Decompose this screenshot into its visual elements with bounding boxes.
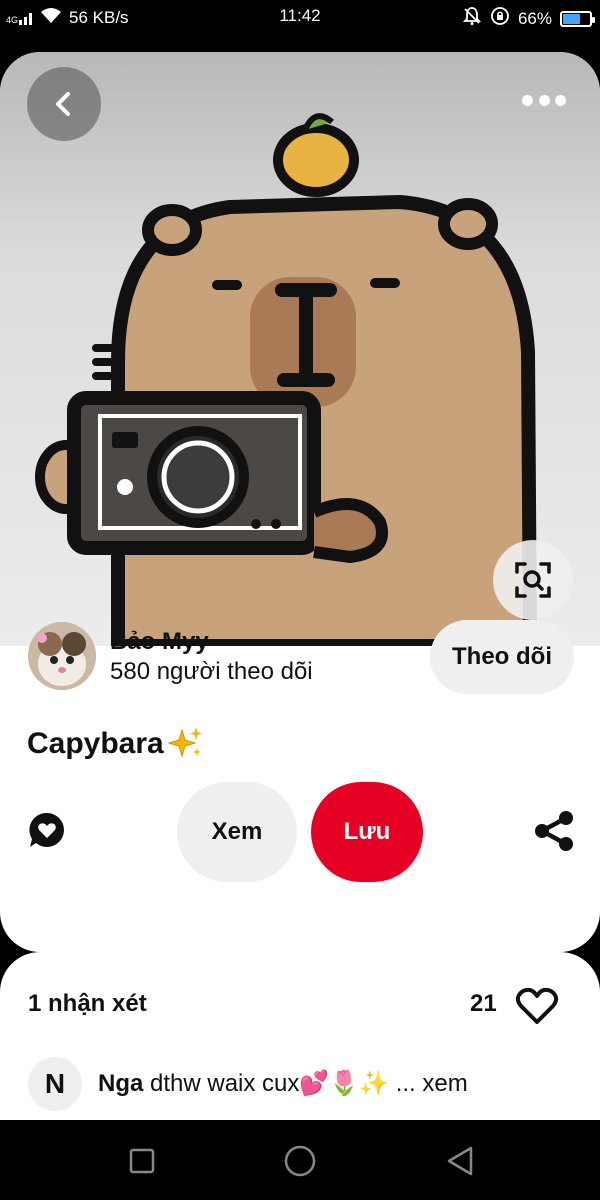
sparkles-icon: [166, 727, 202, 758]
back-arrow-icon: [56, 92, 70, 116]
comment-avatar[interactable]: N: [28, 1057, 82, 1111]
pin-title: Capybara: [27, 724, 206, 764]
visual-search-button[interactable]: [493, 540, 573, 620]
more-icon[interactable]: [522, 90, 566, 110]
visual-search-icon: [515, 562, 551, 598]
comment-author[interactable]: Nga: [98, 1070, 143, 1097]
comment-bubble-icon[interactable]: [27, 810, 67, 850]
follow-button[interactable]: Theo dõi: [430, 620, 574, 694]
status-bar: 4G 56 KB/s 11:42 66%: [0, 0, 600, 36]
view-button[interactable]: Xem: [177, 782, 297, 882]
pin-image[interactable]: [0, 52, 600, 653]
comments-count[interactable]: 1 nhận xét: [28, 990, 147, 1018]
creator-avatar[interactable]: [28, 622, 96, 690]
creator-row: Bảo Myy 580 người theo dõi Theo dõi: [0, 620, 600, 700]
comment-body: dthw waix cux💕🌷✨ ... xem: [150, 1070, 468, 1097]
likes-count: 21: [470, 990, 497, 1017]
creator-followers: 580 người theo dõi: [110, 658, 313, 685]
battery-percent: 66%: [517, 8, 552, 28]
navigation-bar: [0, 1120, 600, 1200]
comment-text: Nga dthw waix cux💕🌷✨ ... xem: [98, 1069, 468, 1098]
mute-bell-icon: [462, 6, 482, 31]
comment-row[interactable]: N Nga dthw waix cux💕🌷✨ ... xem: [28, 1055, 588, 1111]
back-button[interactable]: [27, 67, 101, 141]
heart-icon[interactable]: [515, 986, 559, 1026]
back-triangle-icon[interactable]: [443, 1144, 477, 1178]
save-button[interactable]: Lưu: [311, 782, 423, 882]
home-circle-icon[interactable]: [283, 1144, 317, 1178]
share-icon[interactable]: [533, 810, 575, 852]
recents-square-icon[interactable]: [125, 1144, 159, 1178]
comments-card: 1 nhận xét 21 N Nga dthw waix cux💕🌷✨ ...…: [0, 952, 600, 1120]
creator-name[interactable]: Bảo Myy: [110, 628, 209, 656]
pin-title-text: Capybara: [27, 727, 164, 760]
rotation-lock-icon: [490, 6, 510, 31]
action-row: Xem Lưu: [0, 780, 600, 884]
battery-icon: [560, 10, 595, 27]
